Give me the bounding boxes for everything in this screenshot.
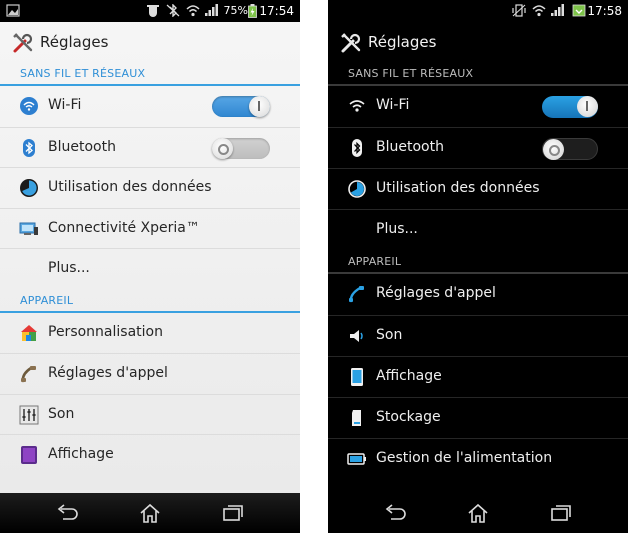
call-settings-icon: [349, 286, 364, 303]
setting-data-usage-label: Utilisation des données: [376, 180, 540, 196]
setting-more[interactable]: Plus...: [0, 248, 300, 289]
back-icon[interactable]: [382, 502, 408, 524]
wifi-signal-icon: [532, 5, 546, 17]
battery-charging-icon: [248, 4, 257, 18]
toggle-knob: [249, 96, 270, 117]
status-bar: 75% 17:54: [0, 0, 300, 22]
setting-bluetooth[interactable]: Bluetooth: [0, 126, 300, 168]
setting-power-management-label: Gestion de l'alimentation: [376, 450, 553, 466]
status-bar: 17:58: [328, 0, 628, 22]
setting-more-label: Plus...: [376, 221, 418, 237]
setting-data-usage[interactable]: Utilisation des données: [0, 167, 300, 208]
setting-data-usage[interactable]: Utilisation des données: [328, 168, 628, 209]
action-bar: Réglages: [328, 22, 628, 62]
sound-icon: [19, 405, 39, 424]
data-usage-icon: [20, 179, 38, 197]
toggle-knob: [577, 96, 598, 117]
vibrate-icon: [512, 4, 526, 17]
setting-xperia-connectivity[interactable]: Connectivité Xperia™: [0, 207, 300, 249]
setting-personalization[interactable]: Personnalisation: [0, 313, 300, 354]
settings-screen-light: 75% 17:54 Réglages SANS FIL ET RÉSEAUX W…: [0, 0, 300, 533]
setting-more[interactable]: Plus...: [328, 209, 628, 250]
back-icon[interactable]: [54, 502, 80, 524]
page-title: Réglages: [40, 33, 109, 51]
status-time: 17:58: [587, 4, 622, 18]
setting-personalization-label: Personnalisation: [48, 323, 163, 340]
settings-list: SANS FIL ET RÉSEAUX Wi-Fi Bluetooth Util…: [0, 62, 300, 475]
setting-sound-label: Son: [48, 405, 75, 422]
recent-apps-icon[interactable]: [548, 502, 574, 524]
setting-display-label: Affichage: [48, 446, 114, 462]
section-header-device: APPAREIL: [328, 250, 628, 274]
setting-wifi-label: Wi-Fi: [48, 97, 82, 113]
bluetooth-off-icon: [166, 4, 180, 17]
wifi-icon: [20, 97, 38, 115]
cell-signal-icon: [551, 4, 564, 16]
wifi-icon: [349, 100, 365, 112]
section-header-wireless: SANS FIL ET RÉSEAUX: [0, 62, 300, 86]
setting-sound-label: Son: [376, 327, 403, 343]
setting-sound[interactable]: Son: [328, 315, 628, 356]
action-bar: Réglages: [0, 22, 300, 62]
setting-display-label: Affichage: [376, 368, 442, 384]
status-time: 17:54: [259, 4, 294, 18]
display-icon: [351, 368, 363, 386]
setting-data-usage-label: Utilisation des données: [48, 179, 212, 195]
settings-list: SANS FIL ET RÉSEAUX Wi-Fi Bluetooth Util…: [328, 62, 628, 479]
sound-icon: [350, 330, 363, 342]
setting-call-settings-label: Réglages d'appel: [48, 365, 168, 381]
navigation-bar: [328, 493, 628, 533]
wifi-toggle[interactable]: [542, 96, 598, 118]
cell-signal-icon: [205, 4, 218, 16]
setting-call-settings-label: Réglages d'appel: [376, 285, 496, 301]
bluetooth-toggle[interactable]: [212, 137, 270, 159]
setting-display[interactable]: Affichage: [328, 356, 628, 397]
section-header-device: APPAREIL: [0, 289, 300, 313]
setting-call-settings[interactable]: Réglages d'appel: [0, 353, 300, 394]
power-management-icon: [347, 453, 366, 465]
display-icon: [21, 446, 37, 464]
recent-apps-icon[interactable]: [220, 502, 246, 524]
bluetooth-icon: [23, 138, 35, 157]
home-icon[interactable]: [465, 502, 491, 524]
setting-wifi[interactable]: Wi-Fi: [328, 86, 628, 127]
section-header-wireless: SANS FIL ET RÉSEAUX: [328, 62, 628, 86]
setting-xperia-connectivity-label: Connectivité Xperia™: [48, 219, 200, 236]
setting-bluetooth-label: Bluetooth: [376, 139, 444, 155]
xperia-connectivity-icon: [19, 222, 38, 235]
setting-power-management[interactable]: Gestion de l'alimentation: [328, 438, 628, 479]
wifi-signal-icon: [186, 5, 200, 17]
bluetooth-icon: [352, 139, 362, 157]
settings-tools-icon: [341, 33, 361, 53]
setting-sound[interactable]: Son: [0, 393, 300, 435]
battery-percent: 75%: [223, 4, 248, 17]
setting-call-settings[interactable]: Réglages d'appel: [328, 274, 628, 315]
setting-wifi[interactable]: Wi-Fi: [0, 86, 300, 127]
data-usage-icon: [348, 180, 366, 198]
toggle-knob: [212, 137, 233, 159]
call-settings-icon: [21, 366, 36, 383]
setting-bluetooth[interactable]: Bluetooth: [328, 127, 628, 168]
settings-screen-dark: 17:58 Réglages SANS FIL ET RÉSEAUX Wi-Fi: [328, 0, 628, 533]
home-icon[interactable]: [137, 502, 163, 524]
android-debug-icon: [147, 5, 159, 17]
wifi-toggle[interactable]: [212, 96, 270, 117]
personalization-icon: [21, 324, 37, 341]
storage-icon: [352, 410, 361, 426]
setting-more-label: Plus...: [48, 260, 90, 276]
setting-storage[interactable]: Stockage: [328, 397, 628, 438]
gallery-notification-icon: [6, 4, 20, 17]
setting-storage-label: Stockage: [376, 409, 441, 425]
setting-wifi-label: Wi-Fi: [376, 97, 410, 113]
page-title: Réglages: [368, 33, 437, 51]
toggle-knob: [543, 139, 564, 160]
settings-tools-icon: [13, 33, 33, 53]
bluetooth-toggle[interactable]: [542, 138, 598, 160]
download-notification-icon: [572, 4, 586, 17]
navigation-bar: [0, 493, 300, 533]
screenshot-pair: 75% 17:54 Réglages SANS FIL ET RÉSEAUX W…: [0, 0, 628, 533]
setting-display[interactable]: Affichage: [0, 434, 300, 475]
setting-bluetooth-label: Bluetooth: [48, 138, 116, 155]
